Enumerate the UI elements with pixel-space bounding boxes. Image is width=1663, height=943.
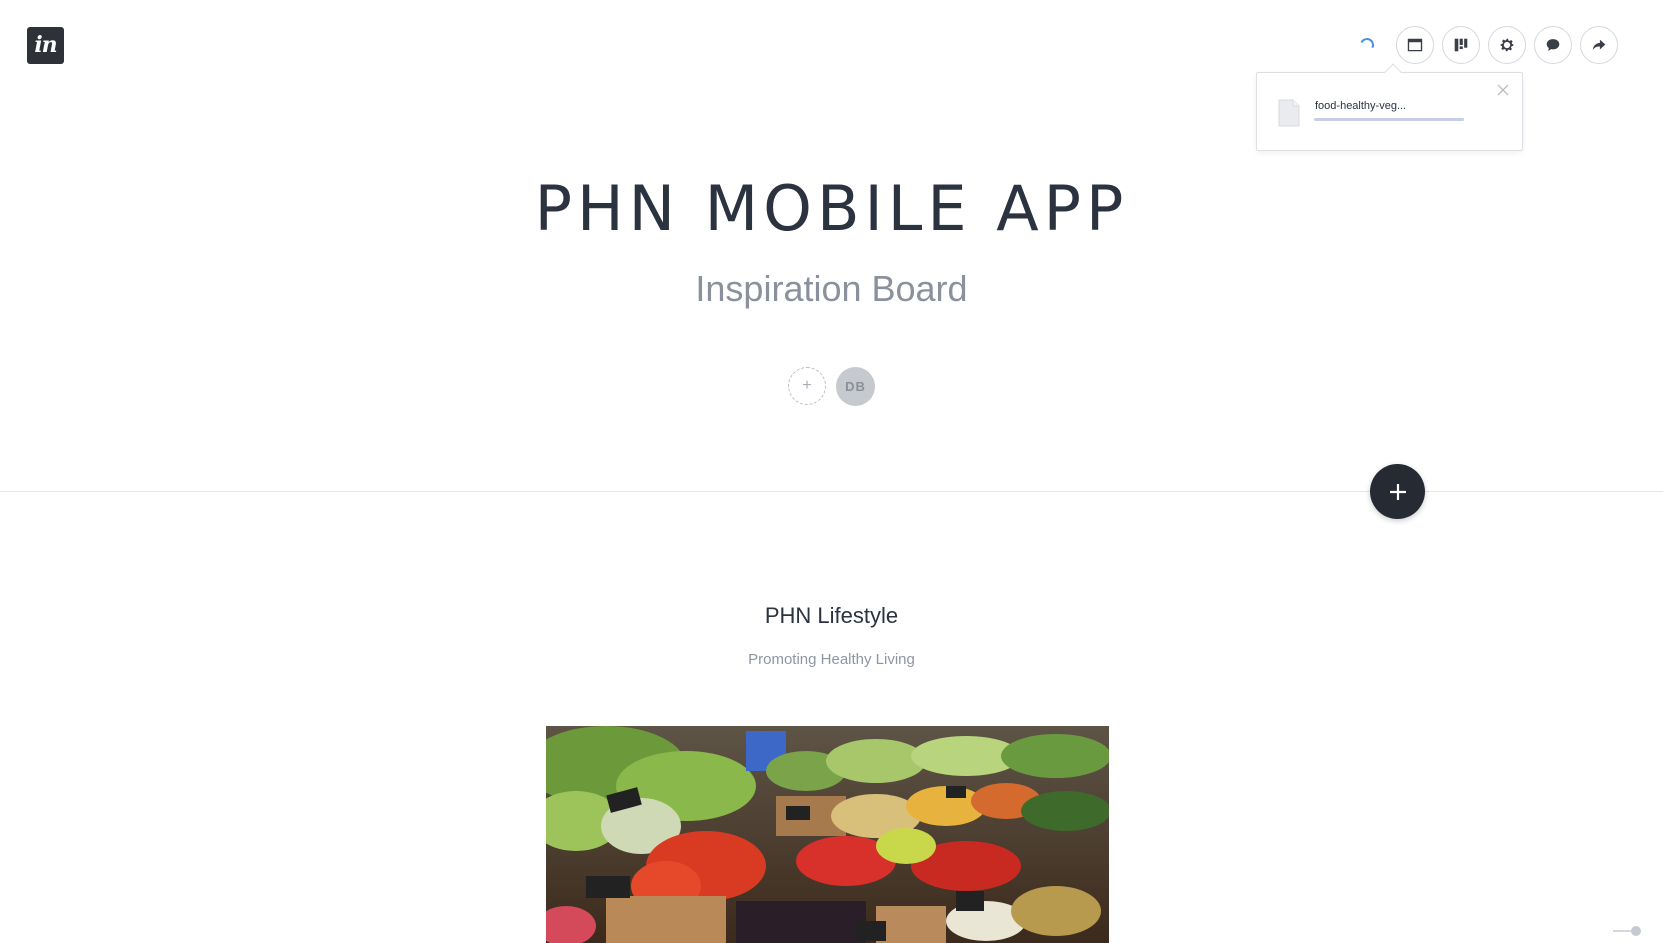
comment-icon (1546, 39, 1560, 51)
popover-caret (1384, 63, 1402, 81)
add-collaborator-button[interactable]: + (788, 367, 826, 405)
board-subtitle: Inspiration Board (695, 268, 968, 309)
section-subtitle: Promoting Healthy Living (748, 651, 915, 668)
close-icon[interactable] (1496, 83, 1510, 97)
file-icon (1278, 99, 1300, 127)
upload-progress-popover: food-healthy-veg... (1256, 63, 1523, 151)
preview-button[interactable] (1396, 26, 1434, 64)
upload-progress-fill (1314, 118, 1464, 121)
collaborators: + DB (788, 367, 875, 406)
add-item-button[interactable] (1370, 464, 1425, 519)
vegetable-market-image[interactable] (546, 726, 1109, 943)
upload-file-name: food-healthy-veg... (1315, 100, 1407, 112)
top-toolbar (1358, 26, 1618, 64)
comments-button[interactable] (1534, 26, 1572, 64)
loading-spinner-icon (1358, 36, 1376, 54)
vegetable-market-illustration (546, 726, 1109, 943)
logo-text: in (34, 31, 57, 58)
share-arrow-icon (1592, 39, 1606, 50)
plus-icon (1389, 483, 1406, 500)
board-title: PHN MOBILE APP (534, 172, 1129, 245)
zoom-slider[interactable] (1613, 924, 1643, 938)
section-title: PHN Lifestyle (764, 603, 899, 628)
avatar[interactable]: DB (836, 367, 875, 406)
gear-icon (1500, 38, 1514, 52)
board-layout-icon (1454, 38, 1468, 52)
browser-window-icon (1407, 38, 1423, 52)
upload-progress-bar (1314, 118, 1464, 121)
settings-button[interactable] (1488, 26, 1526, 64)
layout-button[interactable] (1442, 26, 1480, 64)
share-button[interactable] (1580, 26, 1618, 64)
board-page: in food-healthy-veg... PHN MOBILE APP In… (0, 0, 1663, 943)
invision-logo[interactable]: in (27, 27, 64, 64)
